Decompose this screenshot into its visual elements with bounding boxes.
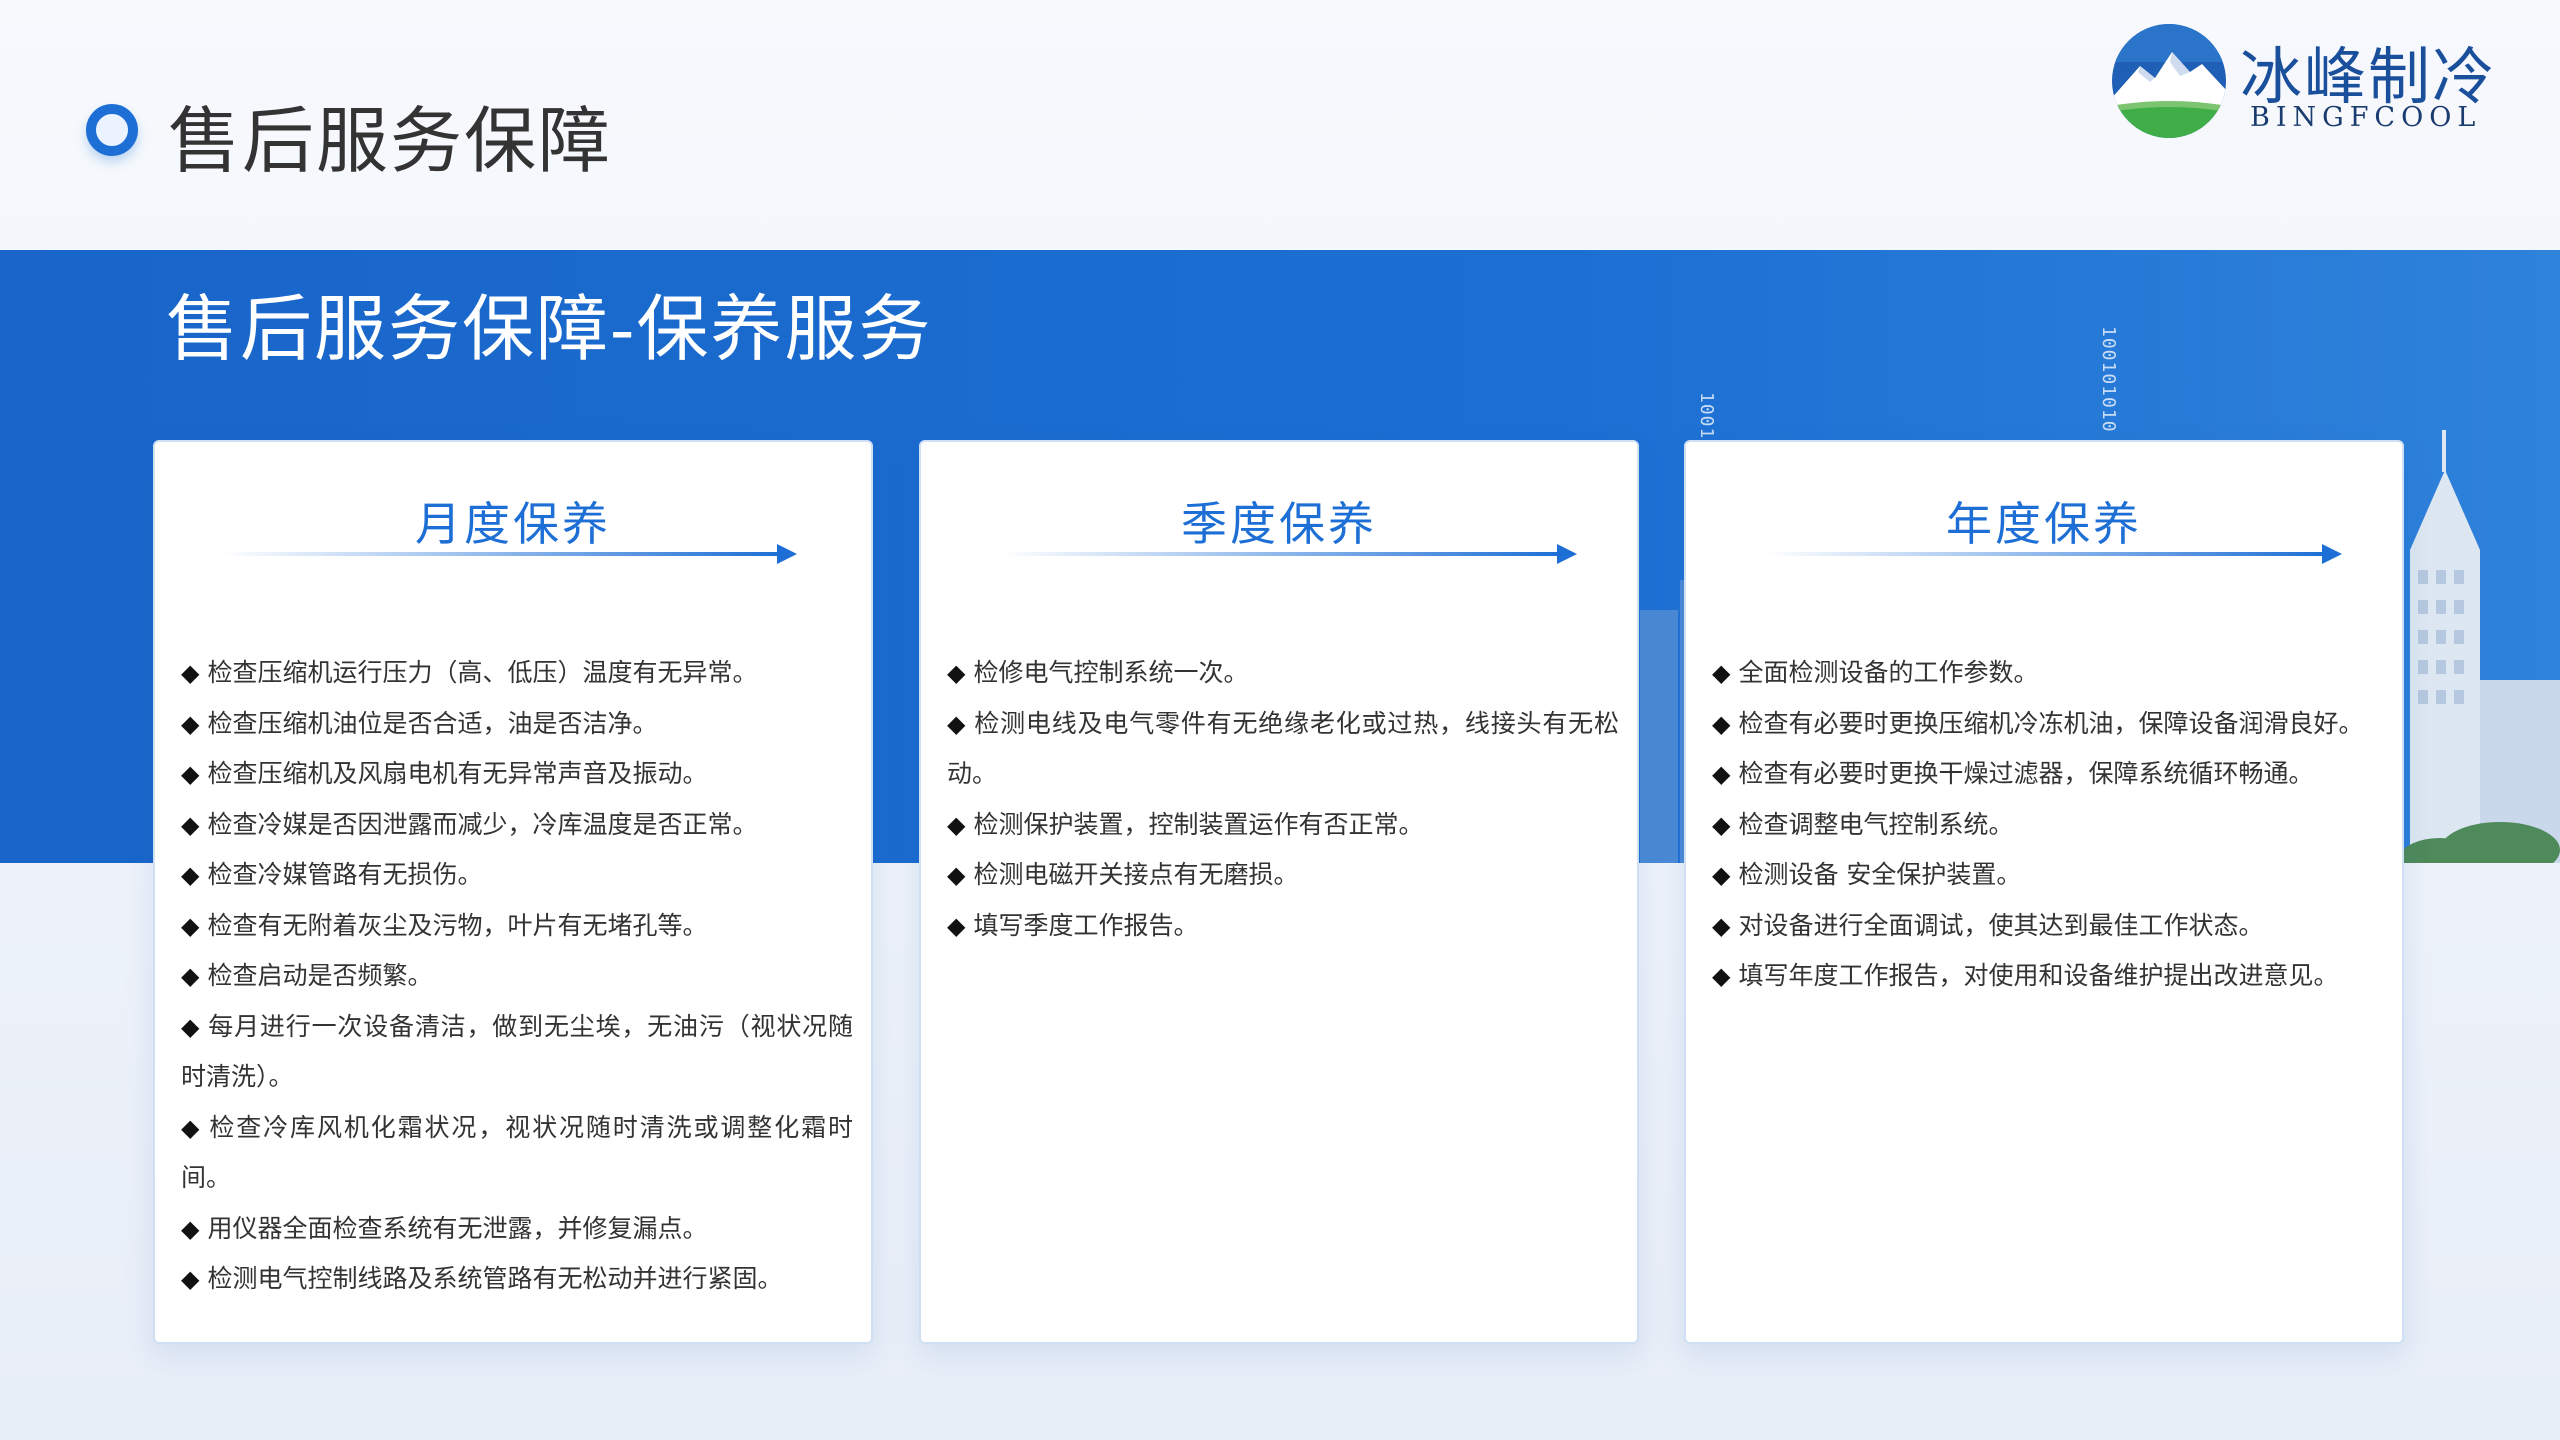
diamond-icon: ◆ [181, 1214, 200, 1243]
card-annual: 年度保养 ◆ 全面检测设备的工作参数。 ◆ 检查有必要时更换压缩机冷冻机油，保障设备… [1684, 440, 2404, 1344]
diamond-icon: ◆ [947, 810, 966, 839]
list-item: ◆ 检测电磁开关接点有无磨损。 [947, 860, 1299, 889]
list-item: ◆ 检测电线及电气零件有无绝缘老化或过热，线接头有无松动。 [947, 708, 1619, 789]
diamond-icon: ◆ [1712, 911, 1731, 940]
list-item: ◆ 检查冷媒是否因泄露而减少，冷库温度是否正常。 [181, 809, 758, 839]
list-item: ◆ 检查有必要时更换干燥过滤器，保障系统循环畅通。 [1712, 759, 2314, 788]
diamond-icon: ◆ [947, 911, 966, 940]
diamond-icon: ◆ [1712, 760, 1731, 788]
diamond-icon: ◆ [1712, 962, 1731, 990]
list-item: ◆ 每月进行一次设备清洁，做到无尘埃，无油污（视状况随时清洗）。 [181, 1011, 853, 1092]
binary-decoration: 1001 [1696, 392, 1717, 440]
list-item: ◆ 全面检测设备的工作参数。 [1712, 658, 2039, 687]
diamond-icon: ◆ [181, 1113, 202, 1142]
arrow-right-icon [1766, 544, 2342, 564]
mountain-logo-icon [2112, 24, 2226, 138]
title-bullet-icon [86, 104, 138, 156]
list-item: ◆ 检查压缩机运行压力（高、低压）温度有无异常。 [181, 658, 758, 687]
company-logo: 冰峰制冷 BINGFCOOL [2110, 22, 2510, 142]
list-item: ◆ 检测保护装置，控制装置运作有否正常。 [947, 809, 1424, 839]
diamond-icon: ◆ [947, 861, 966, 889]
list-item: ◆ 检查冷媒管路有无损伤。 [181, 860, 483, 889]
list-item: ◆ 用仪器全面检查系统有无泄露，并修复漏点。 [181, 1213, 708, 1243]
arrow-right-icon [1001, 544, 1577, 564]
maintenance-list: ◆ 全面检测设备的工作参数。 ◆ 检查有必要时更换压缩机冷冻机油，保障设备润滑良好。… [1712, 648, 2384, 1002]
list-item: ◆ 检查调整电气控制系统。 [1712, 809, 2014, 839]
page-title: 售后服务保障 [168, 99, 613, 183]
list-item: ◆ 填写季度工作报告。 [947, 910, 1199, 940]
list-item: ◆ 检查冷库风机化霜状况，视状况随时清洗或调整化霜时间。 [181, 1112, 853, 1193]
diamond-icon: ◆ [181, 962, 200, 990]
diamond-icon: ◆ [181, 1265, 200, 1293]
list-item: ◆ 检查压缩机油位是否合适，油是否洁净。 [181, 708, 658, 738]
diamond-icon: ◆ [947, 709, 967, 738]
section-title: 售后服务保障-保养服务 [166, 287, 933, 371]
arrow-right-icon [221, 544, 797, 564]
maintenance-list: ◆ 检查压缩机运行压力（高、低压）温度有无异常。 ◆ 检查压缩机油位是否合适，油是否… [181, 648, 853, 1305]
logo-name-en: BINGFCOOL [2250, 102, 2482, 133]
diamond-icon: ◆ [947, 659, 966, 687]
diamond-icon: ◆ [181, 861, 200, 889]
list-item: ◆ 检查有无附着灰尘及污物，叶片有无堵孔等。 [181, 910, 708, 940]
diamond-icon: ◆ [1712, 659, 1731, 687]
card-quarterly: 季度保养 ◆ 检修电气控制系统一次。 ◆ 检测电线及电气零件有无绝缘老化或过热，线接… [919, 440, 1639, 1344]
card-monthly: 月度保养 ◆ 检查压缩机运行压力（高、低压）温度有无异常。 ◆ 检查压缩机油位是否合… [153, 440, 873, 1344]
slide: 售后服务保障 冰峰制冷 BINGFCOOL 售后服务保障-保养服务 1001 1… [0, 0, 2560, 1440]
binary-decoration: 100101010 [2098, 326, 2119, 433]
list-item: ◆ 填写年度工作报告，对使用和设备维护提出改进意见。 [1712, 961, 2339, 990]
list-item: ◆ 检查压缩机及风扇电机有无异常声音及振动。 [181, 759, 708, 788]
diamond-icon: ◆ [1712, 861, 1731, 889]
diamond-icon: ◆ [1712, 709, 1731, 738]
diamond-icon: ◆ [181, 760, 200, 788]
diamond-icon: ◆ [181, 659, 200, 687]
list-item: ◆ 检查有必要时更换压缩机冷冻机油，保障设备润滑良好。 [1712, 708, 2364, 738]
diamond-icon: ◆ [181, 911, 200, 940]
list-item: ◆ 对设备进行全面调试，使其达到最佳工作状态。 [1712, 910, 2264, 940]
diamond-icon: ◆ [1712, 810, 1731, 839]
list-item: ◆ 检修电气控制系统一次。 [947, 658, 1249, 687]
list-item: ◆ 检测电气控制线路及系统管路有无松动并进行紧固。 [181, 1264, 783, 1293]
list-item: ◆ 检测设备 安全保护装置。 [1712, 860, 2022, 889]
list-item: ◆ 检查启动是否频繁。 [181, 961, 433, 990]
diamond-icon: ◆ [181, 709, 200, 738]
diamond-icon: ◆ [181, 810, 200, 839]
maintenance-list: ◆ 检修电气控制系统一次。 ◆ 检测电线及电气零件有无绝缘老化或过热，线接头有无松动… [947, 648, 1619, 951]
diamond-icon: ◆ [181, 1012, 201, 1041]
